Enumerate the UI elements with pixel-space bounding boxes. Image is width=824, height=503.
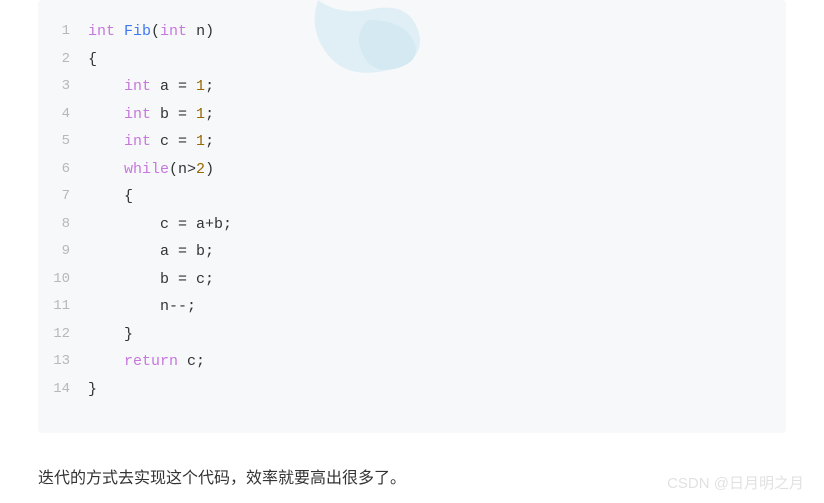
line-number: 9: [38, 238, 88, 266]
line-number: 12: [38, 321, 88, 349]
code-line: 9 a = b;: [38, 238, 786, 266]
code-line: 11 n--;: [38, 293, 786, 321]
code-content: int Fib(int n): [88, 18, 214, 46]
code-content: }: [88, 376, 97, 404]
code-lines-container: 1int Fib(int n)2{3 int a = 1;4 int b = 1…: [38, 18, 786, 403]
code-line: 2{: [38, 46, 786, 74]
token-kw-func: Fib: [124, 23, 151, 40]
line-number: 11: [38, 293, 88, 321]
code-content: b = c;: [88, 266, 214, 294]
token-kw-return: return: [124, 353, 187, 370]
line-number: 1: [38, 18, 88, 46]
token: ;: [205, 106, 214, 123]
token: }: [88, 381, 97, 398]
code-line: 5 int c = 1;: [38, 128, 786, 156]
token: c = a+b;: [160, 216, 232, 233]
code-content: a = b;: [88, 238, 214, 266]
code-line: 8 c = a+b;: [38, 211, 786, 239]
token: c =: [160, 133, 196, 150]
token: (: [151, 23, 160, 40]
token: }: [124, 326, 133, 343]
line-number: 3: [38, 73, 88, 101]
code-line: 12 }: [38, 321, 786, 349]
line-number: 5: [38, 128, 88, 156]
token: b = c;: [160, 271, 214, 288]
token: n): [196, 23, 214, 40]
token: ;: [205, 133, 214, 150]
code-content: n--;: [88, 293, 196, 321]
token-kw-type: int: [124, 78, 160, 95]
token: n--;: [160, 298, 196, 315]
token: a = b;: [160, 243, 214, 260]
code-line: 14}: [38, 376, 786, 404]
token-kw-type: int: [124, 133, 160, 150]
code-line: 6 while(n>2): [38, 156, 786, 184]
code-content: {: [88, 46, 97, 74]
code-content: }: [88, 321, 133, 349]
code-line: 3 int a = 1;: [38, 73, 786, 101]
code-content: {: [88, 183, 133, 211]
code-line: 10 b = c;: [38, 266, 786, 294]
token-kw-type: int: [160, 23, 196, 40]
token: ;: [205, 78, 214, 95]
line-number: 8: [38, 211, 88, 239]
code-line: 13 return c;: [38, 348, 786, 376]
token: (n>: [169, 161, 196, 178]
line-number: 10: [38, 266, 88, 294]
token: {: [88, 51, 97, 68]
token: {: [124, 188, 133, 205]
code-content: int c = 1;: [88, 128, 214, 156]
token: a =: [160, 78, 196, 95]
token-kw-type: int: [124, 106, 160, 123]
token-kw-num: 1: [196, 133, 205, 150]
token-kw-type: int: [88, 23, 124, 40]
token-kw-num: 1: [196, 78, 205, 95]
token-kw-num: 1: [196, 106, 205, 123]
code-block: 1int Fib(int n)2{3 int a = 1;4 int b = 1…: [38, 0, 786, 433]
code-content: return c;: [88, 348, 205, 376]
code-content: int b = 1;: [88, 101, 214, 129]
code-line: 1int Fib(int n): [38, 18, 786, 46]
token: b =: [160, 106, 196, 123]
line-number: 4: [38, 101, 88, 129]
code-content: while(n>2): [88, 156, 214, 184]
code-content: c = a+b;: [88, 211, 232, 239]
token: c;: [187, 353, 205, 370]
token-kw-keyword: while: [124, 161, 169, 178]
code-line: 4 int b = 1;: [38, 101, 786, 129]
code-content: int a = 1;: [88, 73, 214, 101]
attribution-text: CSDN @日月明之月: [667, 472, 804, 493]
line-number: 2: [38, 46, 88, 74]
token: ): [205, 161, 214, 178]
token-kw-num: 2: [196, 161, 205, 178]
line-number: 13: [38, 348, 88, 376]
code-line: 7 {: [38, 183, 786, 211]
line-number: 14: [38, 376, 88, 404]
line-number: 6: [38, 156, 88, 184]
line-number: 7: [38, 183, 88, 211]
